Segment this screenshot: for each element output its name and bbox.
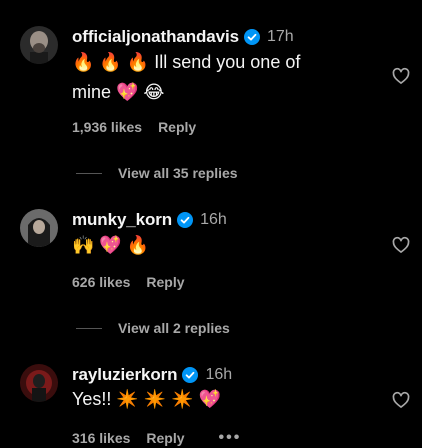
- timestamp: 16h: [205, 366, 233, 383]
- view-replies-button[interactable]: View all 2 replies: [76, 320, 230, 336]
- likes-count[interactable]: 316 likes: [72, 430, 130, 446]
- more-options-button[interactable]: •••: [219, 429, 242, 447]
- verified-badge-icon: [182, 367, 199, 383]
- view-replies-button[interactable]: View all 35 replies: [76, 165, 238, 181]
- comment-text: 🔥 🔥 🔥 Ill send you one of mine 💖 😂: [72, 47, 372, 107]
- heart-outline-icon[interactable]: [391, 235, 411, 255]
- timestamp: 16h: [200, 211, 227, 228]
- comment-meta: 316 likes Reply •••: [72, 429, 241, 447]
- comment-text: Yes!! ✴️ ✴️ ✴️ 💖: [72, 384, 372, 414]
- comment-text-line: Yes!! ✴️ ✴️ ✴️ 💖: [72, 389, 222, 409]
- avatar-bald-man-icon: [20, 26, 58, 64]
- verified-badge-icon: [244, 29, 260, 45]
- comment-text-line: 🙌 💖 🔥: [72, 235, 150, 255]
- avatar[interactable]: [20, 26, 58, 64]
- comment-text-line: 🔥 🔥 🔥 Ill send you one of: [72, 52, 301, 72]
- comment-meta: 1,936 likes Reply: [72, 119, 196, 135]
- view-replies-label: View all 2 replies: [118, 320, 230, 336]
- timestamp: 17h: [267, 28, 294, 45]
- username[interactable]: rayluzierkorn: [72, 365, 178, 385]
- comment-text-line: mine 💖 😂: [72, 82, 165, 102]
- comment-meta: 626 likes Reply: [72, 274, 185, 290]
- likes-count[interactable]: 626 likes: [72, 274, 130, 290]
- reply-button[interactable]: Reply: [146, 430, 184, 446]
- comment-text: 🙌 💖 🔥: [72, 230, 372, 260]
- reply-button[interactable]: Reply: [158, 119, 196, 135]
- verified-badge-icon: [177, 212, 194, 228]
- divider: [76, 327, 102, 329]
- heart-outline-icon[interactable]: [391, 390, 411, 410]
- username[interactable]: munky_korn: [72, 210, 172, 230]
- avatar-red-artwork-icon: [20, 364, 58, 402]
- reply-button[interactable]: Reply: [146, 274, 184, 290]
- avatar[interactable]: [20, 209, 58, 247]
- comment-header: officialjonathandavis 17h: [72, 27, 294, 47]
- divider: [76, 172, 102, 174]
- username[interactable]: officialjonathandavis: [72, 27, 239, 47]
- comment-header: rayluzierkorn 16h: [72, 365, 232, 385]
- heart-outline-icon[interactable]: [391, 66, 411, 86]
- view-replies-label: View all 35 replies: [118, 165, 238, 181]
- avatar[interactable]: [20, 364, 58, 402]
- avatar-long-hair-man-icon: [20, 209, 58, 247]
- comment-header: munky_korn 16h: [72, 210, 227, 230]
- likes-count[interactable]: 1,936 likes: [72, 119, 142, 135]
